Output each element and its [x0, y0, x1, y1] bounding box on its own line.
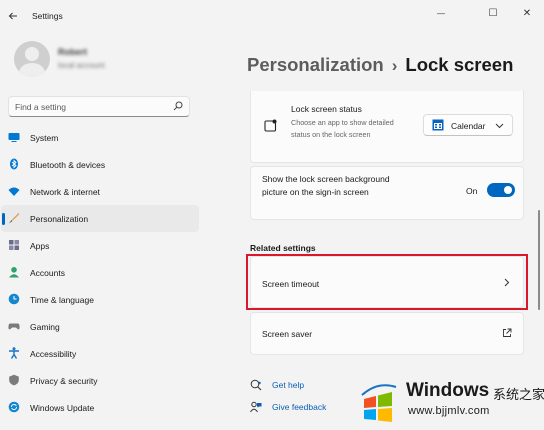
- get-help-link[interactable]: Get help: [250, 379, 304, 391]
- screen-saver-row[interactable]: Screen saver: [250, 312, 524, 355]
- sidebar-item-label: Privacy & security: [30, 376, 98, 386]
- screen-saver-label: Screen saver: [262, 329, 313, 339]
- sidebar-item-label: Network & internet: [30, 187, 100, 197]
- sidebar-item-accessibility[interactable]: Accessibility: [1, 340, 199, 367]
- sidebar-item-bluetooth[interactable]: Bluetooth & devices: [1, 151, 199, 178]
- bg-picture-toggle[interactable]: [487, 183, 515, 197]
- breadcrumb: Personalization › Lock screen: [247, 54, 513, 76]
- user-email: local account: [58, 61, 105, 70]
- dropdown-selected-value: Calendar: [451, 121, 486, 131]
- sidebar-item-accounts[interactable]: Accounts: [1, 259, 199, 286]
- watermark-chinese: 系统之家: [493, 388, 544, 403]
- sidebar-item-windows-update[interactable]: Windows Update: [1, 394, 199, 421]
- windows-logo-icon: [361, 384, 397, 422]
- sidebar-item-label: Windows Update: [30, 403, 95, 413]
- toggle-state-label: On: [466, 186, 478, 196]
- app-title: Settings: [32, 11, 63, 21]
- sidebar-item-gaming[interactable]: Gaming: [1, 313, 199, 340]
- help-icon: [250, 379, 262, 391]
- screen-timeout-label: Screen timeout: [262, 279, 320, 289]
- sidebar-item-label: Apps: [30, 241, 50, 251]
- minimize-icon: —: [437, 8, 445, 18]
- external-link-icon: [503, 328, 512, 337]
- scrollbar[interactable]: [538, 210, 540, 310]
- system-icon: [8, 133, 20, 142]
- sidebar-item-network[interactable]: Network & internet: [1, 178, 199, 205]
- screen-timeout-row[interactable]: Screen timeout: [250, 256, 524, 308]
- sidebar-item-apps[interactable]: Apps: [1, 232, 199, 259]
- watermark-brand: Windows: [406, 380, 490, 401]
- maximize-icon: ☐: [488, 7, 498, 19]
- title-bar: Settings — ☐ ✕: [0, 0, 544, 34]
- sidebar-item-label: Accounts: [30, 268, 65, 278]
- search-box[interactable]: [8, 96, 190, 117]
- breadcrumb-parent[interactable]: Personalization: [247, 54, 384, 75]
- maximize-button[interactable]: ☐: [476, 3, 510, 23]
- shield-icon: [9, 374, 19, 386]
- search-input[interactable]: [15, 100, 165, 114]
- back-button[interactable]: [4, 7, 22, 25]
- give-feedback-link[interactable]: Give feedback: [250, 401, 326, 413]
- back-arrow-icon: [8, 12, 17, 20]
- calendar-icon: [432, 119, 444, 131]
- give-feedback-text: Give feedback: [272, 402, 327, 412]
- lock-status-description: Choose an app to show detailed status on…: [291, 118, 394, 139]
- page-title: Lock screen: [405, 54, 514, 75]
- sidebar-item-privacy-security[interactable]: Privacy & security: [1, 367, 199, 394]
- accessibility-icon: [9, 347, 19, 359]
- close-button[interactable]: ✕: [510, 3, 544, 23]
- bg-picture-label: Show the lock screen background picture …: [262, 174, 390, 197]
- feedback-icon: [250, 401, 262, 413]
- breadcrumb-separator: ›: [391, 56, 398, 75]
- watermark-url: www.bjjmlv.com: [408, 405, 490, 417]
- avatar-body: [19, 63, 45, 77]
- sidebar-nav: System Bluetooth & devices Network & int…: [0, 124, 200, 421]
- wifi-icon: [8, 187, 20, 196]
- bluetooth-icon: [10, 158, 18, 170]
- avatar[interactable]: [14, 41, 50, 77]
- sidebar-item-label: System: [30, 133, 59, 143]
- chevron-down-icon: [495, 123, 504, 129]
- get-help-text: Get help: [272, 380, 305, 390]
- sidebar-item-system[interactable]: System: [1, 124, 199, 151]
- minimize-button[interactable]: —: [424, 3, 458, 23]
- close-icon: ✕: [522, 7, 532, 19]
- active-indicator: [2, 213, 5, 225]
- avatar-head: [25, 47, 39, 61]
- sidebar-item-label: Time & language: [30, 295, 94, 305]
- user-name: Robert: [58, 47, 87, 57]
- related-settings-heading: Related settings: [250, 243, 316, 253]
- sidebar-item-personalization[interactable]: Personalization: [1, 205, 199, 232]
- lock-status-app-dropdown[interactable]: Calendar: [423, 114, 513, 136]
- update-icon: [8, 401, 20, 413]
- lock-status-title: Lock screen status: [291, 104, 362, 114]
- toggle-knob: [504, 186, 512, 194]
- lock-status-icon: [264, 119, 277, 132]
- accounts-icon: [9, 267, 19, 278]
- lock-screen-status-card: Lock screen status Choose an app to show…: [250, 91, 524, 163]
- chevron-right-icon: [504, 278, 510, 287]
- bg-picture-signin-card: Show the lock screen background picture …: [250, 166, 524, 220]
- apps-icon: [9, 240, 19, 250]
- gaming-icon: [8, 323, 20, 330]
- watermark: Windows 系统之家 www.bjjmlv.com: [352, 376, 544, 430]
- sidebar-item-label: Gaming: [30, 322, 60, 332]
- brush-icon: [9, 213, 20, 224]
- search-icon[interactable]: [172, 100, 184, 112]
- sidebar-item-time-language[interactable]: Time & language: [1, 286, 199, 313]
- sidebar-item-label: Accessibility: [30, 349, 77, 359]
- sidebar-item-label: Bluetooth & devices: [30, 160, 106, 170]
- globe-clock-icon: [8, 293, 20, 305]
- sidebar-item-label: Personalization: [30, 214, 89, 224]
